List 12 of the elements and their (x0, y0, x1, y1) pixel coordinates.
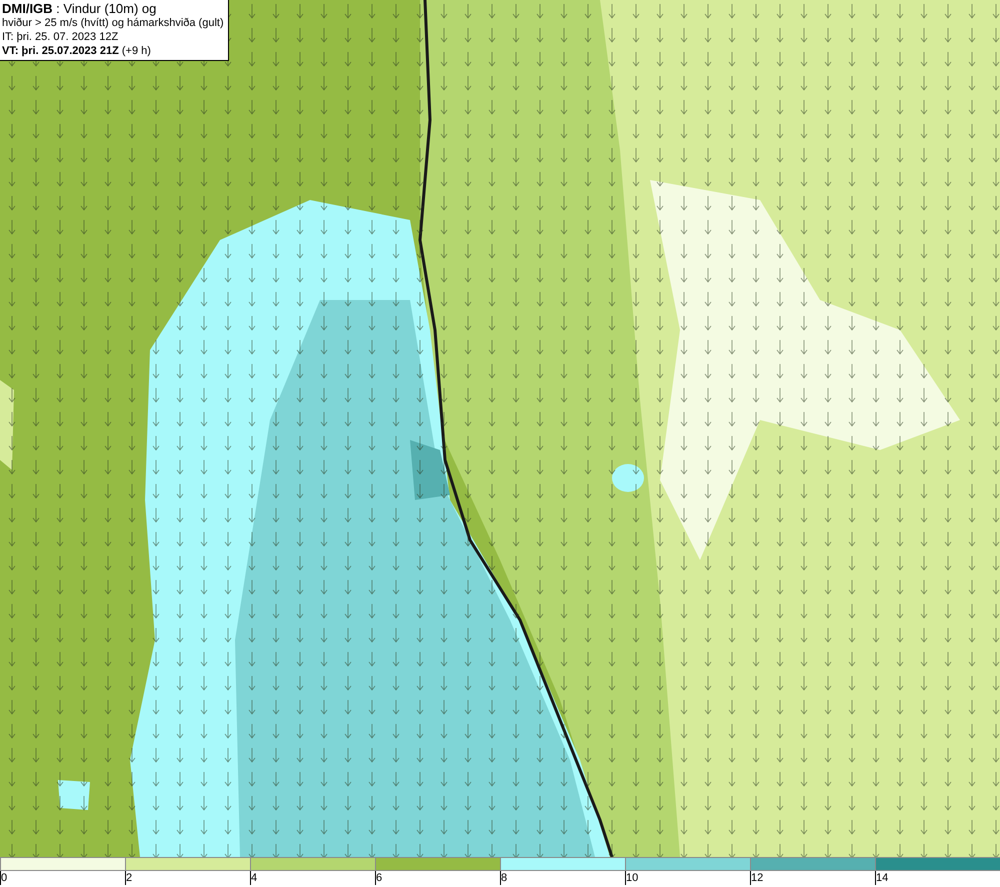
scale-label: 6 (375, 871, 382, 885)
scale-label: 10 (625, 871, 638, 885)
info-text: DMI/IGB : Vindur (10m) og (2, 2, 158, 16)
info-text: hviður > 25 m/s (hvítt) og hámarkshviða (gult) (2, 16, 224, 30)
scale-label: 0 (0, 871, 8, 885)
scale-label: 8 (500, 871, 508, 885)
info-text: IT: þri. 25. 07. 2023 12Z (2, 30, 120, 44)
scale-label: 2 (125, 871, 132, 885)
info-text: VT: þri. 25.07.2023 21Z (+9 h) (2, 44, 152, 58)
scale-label: 12 (750, 871, 764, 885)
scale-label: 14 (875, 871, 888, 885)
scale-label: 4 (250, 871, 258, 885)
